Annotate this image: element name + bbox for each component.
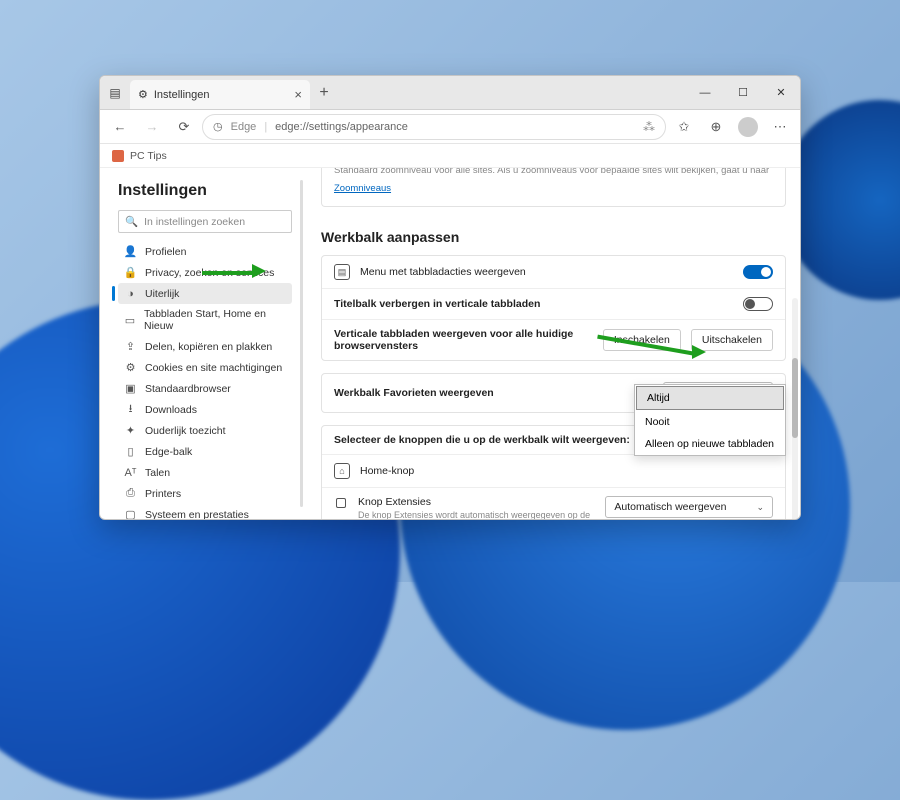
toolbar: ← → ⟳ ◷ Edge | edge://settings/appearanc… — [100, 110, 800, 144]
sidebar-item-3[interactable]: ▭ Tabbladen Start, Home en Nieuw — [118, 304, 292, 336]
home-icon: ⌂ — [334, 463, 350, 479]
hide-titlebar-toggle[interactable] — [743, 297, 773, 311]
extensions-icon — [334, 496, 348, 510]
address-prefix: Edge — [231, 121, 257, 133]
sidebar-icon: ⎙ — [124, 487, 137, 500]
sidebar-item-label: Systeem en prestaties — [145, 509, 249, 520]
dropdown-option-newtabs[interactable]: Alleen op nieuwe tabbladen — [635, 433, 785, 455]
zoom-levels-link[interactable]: Zoomniveaus — [334, 183, 391, 194]
bookmarks-bar: PC Tips — [100, 144, 800, 168]
sidebar-item-label: Cookies en site machtigingen — [145, 362, 282, 374]
sidebar-icon: 🔒 — [124, 266, 137, 279]
enable-button[interactable]: Inschakelen — [603, 329, 681, 351]
bookmark-pctips[interactable]: PC Tips — [130, 150, 167, 162]
tab-settings[interactable]: ⚙ Instellingen × — [130, 80, 310, 109]
tab-actions-toggle[interactable] — [743, 265, 773, 279]
sidebar-item-label: Talen — [145, 467, 170, 479]
settings-content: Instellingen 🔍 In instellingen zoeken 👤 P… — [100, 168, 800, 519]
zoom-note: Standaard zoomniveau voor alle sites. Al… — [334, 168, 769, 176]
chevron-down-icon: ⌄ — [756, 502, 764, 513]
menu-button[interactable]: ⋯ — [766, 113, 794, 141]
fav-toolbar-label: Werkbalk Favorieten weergeven — [334, 387, 494, 399]
sidebar-item-2[interactable]: ◑ Uiterlijk — [118, 283, 292, 304]
sidebar-item-1[interactable]: 🔒 Privacy, zoeken en services — [118, 262, 292, 283]
favorites-icon[interactable]: ✩ — [670, 113, 698, 141]
read-aloud-icon[interactable]: ⁂ — [643, 120, 655, 134]
sidebar-icon: ◑ — [124, 287, 137, 300]
tab-actions-label: Menu met tabbladacties weergeven — [360, 266, 733, 278]
sidebar-item-0[interactable]: 👤 Profielen — [118, 241, 292, 262]
maximize-button[interactable]: ☐ — [724, 76, 762, 109]
close-tab-icon[interactable]: × — [294, 87, 302, 102]
hide-titlebar-label: Titelbalk verbergen in verticale tabblad… — [334, 298, 540, 310]
search-placeholder: In instellingen zoeken — [144, 216, 245, 228]
forward-button: → — [138, 113, 166, 141]
browser-window: ▤ ⚙ Instellingen × + — ☐ ✕ ← → ⟳ ◷ Edge … — [99, 75, 801, 520]
disable-button[interactable]: Uitschakelen — [691, 329, 773, 351]
sidebar-icon: ▯ — [124, 445, 137, 458]
sidebar-item-label: Standaardbrowser — [145, 383, 231, 395]
sidebar-title: Instellingen — [118, 182, 292, 200]
close-button[interactable]: ✕ — [762, 76, 800, 109]
address-text: edge://settings/appearance — [275, 121, 408, 133]
sidebar-icon: ✦ — [124, 424, 137, 437]
settings-main: Standaard zoomniveau voor alle sites. Al… — [303, 168, 800, 519]
sidebar-item-label: Edge-balk — [145, 446, 192, 458]
extensions-sub: De knop Extensies wordt automatisch weer… — [358, 510, 595, 519]
sidebar-item-label: Tabbladen Start, Home en Nieuw — [144, 308, 286, 332]
back-button[interactable]: ← — [106, 113, 134, 141]
reload-button[interactable]: ⟳ — [170, 113, 198, 141]
dropdown-option-never[interactable]: Nooit — [635, 411, 785, 433]
sidebar-item-label: Delen, kopiëren en plakken — [145, 341, 272, 353]
buttons-section-label: Selecteer de knoppen die u op de werkbal… — [334, 434, 630, 446]
sidebar-icon: Aᵀ — [124, 466, 137, 479]
scrollbar-track — [792, 298, 798, 519]
tab-actions-row-icon: ▤ — [334, 264, 350, 280]
sidebar-item-8[interactable]: ✦ Ouderlijk toezicht — [118, 420, 292, 441]
extensions-select[interactable]: Automatisch weergeven ⌄ — [605, 496, 773, 518]
site-identity-icon: ◷ — [213, 120, 223, 133]
scrollbar-thumb[interactable] — [792, 358, 798, 438]
sidebar-item-label: Ouderlijk toezicht — [145, 425, 226, 437]
sidebar-item-4[interactable]: ⇪ Delen, kopiëren en plakken — [118, 336, 292, 357]
tab-strip: ▤ ⚙ Instellingen × + — ☐ ✕ — [100, 76, 800, 110]
sidebar-item-label: Profielen — [145, 246, 186, 258]
sidebar-item-5[interactable]: ⚙ Cookies en site machtigingen — [118, 357, 292, 378]
sidebar-item-label: Uiterlijk — [145, 288, 179, 300]
sidebar-icon: ⚙ — [124, 361, 137, 374]
fav-toolbar-dropdown[interactable]: Altijd Nooit Alleen op nieuwe tabbladen — [634, 384, 786, 456]
gear-icon: ⚙ — [138, 88, 148, 101]
sidebar-item-7[interactable]: ⭳ Downloads — [118, 399, 292, 420]
sidebar-item-11[interactable]: ⎙ Printers — [118, 483, 292, 504]
collections-icon[interactable]: ⊕ — [702, 113, 730, 141]
tab-title: Instellingen — [154, 89, 210, 101]
vertical-all-label: Verticale tabbladen weergeven voor alle … — [334, 328, 573, 352]
sidebar-item-12[interactable]: ▢ Systeem en prestaties — [118, 504, 292, 519]
settings-sidebar: Instellingen 🔍 In instellingen zoeken 👤 P… — [100, 168, 300, 519]
home-button-label: Home-knop — [360, 465, 773, 477]
sidebar-icon: ⭳ — [124, 403, 137, 416]
sidebar-item-label: Downloads — [145, 404, 197, 416]
sidebar-item-6[interactable]: ▣ Standaardbrowser — [118, 378, 292, 399]
profile-button[interactable] — [734, 113, 762, 141]
sidebar-item-label: Printers — [145, 488, 181, 500]
dropdown-option-always[interactable]: Altijd — [636, 386, 784, 410]
sidebar-item-9[interactable]: ▯ Edge-balk — [118, 441, 292, 462]
tab-actions-icon[interactable]: ▤ — [100, 76, 130, 109]
new-tab-button[interactable]: + — [310, 76, 338, 109]
sidebar-icon: 👤 — [124, 245, 137, 258]
sidebar-icon: ⇪ — [124, 340, 137, 353]
bookmark-favicon — [112, 150, 124, 162]
settings-search[interactable]: 🔍 In instellingen zoeken — [118, 210, 292, 233]
search-icon: 🔍 — [125, 215, 138, 228]
sidebar-icon: ▣ — [124, 382, 137, 395]
sidebar-icon: ▢ — [124, 508, 137, 519]
sidebar-item-10[interactable]: Aᵀ Talen — [118, 462, 292, 483]
sidebar-item-label: Privacy, zoeken en services — [145, 267, 274, 279]
address-bar[interactable]: ◷ Edge | edge://settings/appearance ⁂ — [202, 114, 666, 140]
extensions-button-label: Knop Extensies — [358, 496, 431, 508]
section-title: Werkbalk aanpassen — [321, 229, 786, 245]
sidebar-icon: ▭ — [124, 314, 136, 327]
minimize-button[interactable]: — — [686, 76, 724, 109]
